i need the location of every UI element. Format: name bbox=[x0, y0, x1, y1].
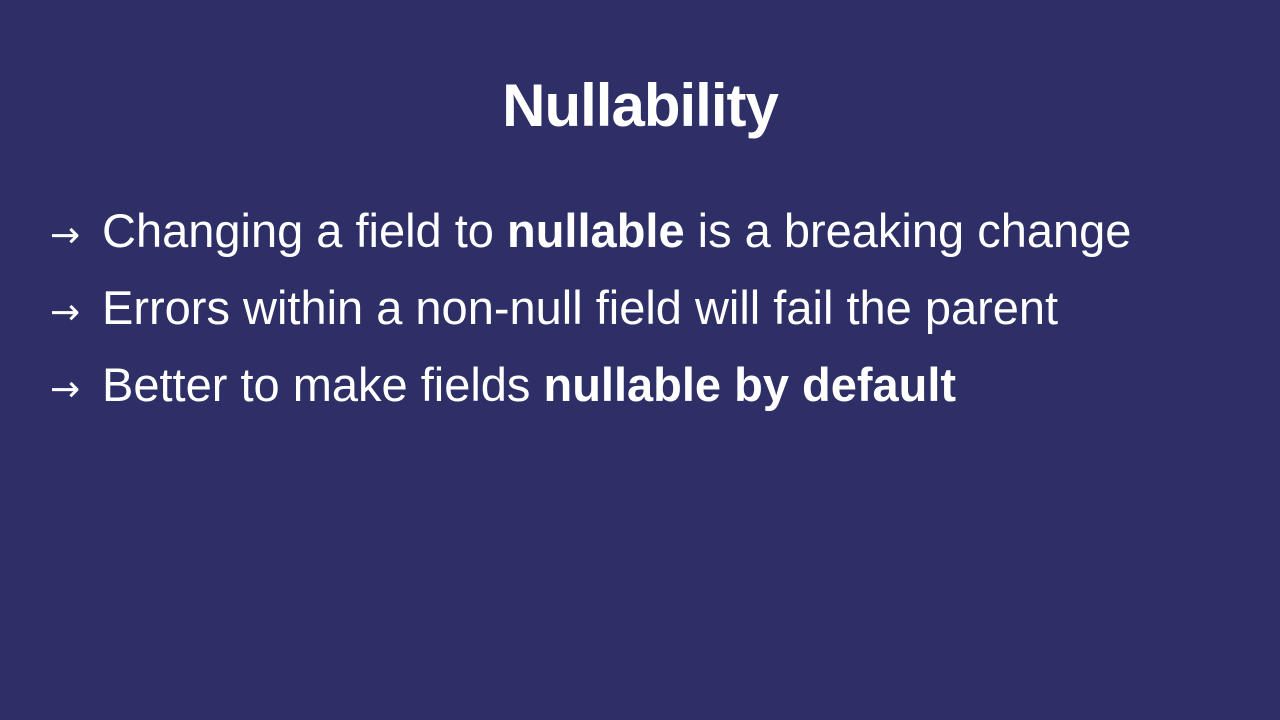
bullet-text-part: Errors within a non-null field will fail… bbox=[102, 281, 1059, 334]
bullet-item: → Better to make fields nullable by defa… bbox=[50, 346, 1250, 423]
slide: Nullability → Changing a field to nullab… bbox=[0, 0, 1280, 720]
arrow-right-icon: → bbox=[50, 292, 81, 333]
bullet-text-part: Better to make fields bbox=[102, 358, 544, 411]
bullet-emphasis: nullable by default bbox=[543, 358, 957, 411]
bullet-item: → Errors within a non-null field will fa… bbox=[50, 269, 1250, 346]
bullet-text-part: is a breaking change bbox=[684, 204, 1132, 257]
bullet-text: Better to make fields nullable by defaul… bbox=[102, 346, 956, 423]
slide-title: Nullability bbox=[502, 72, 779, 139]
bullet-emphasis: nullable bbox=[507, 204, 685, 257]
bullet-list: → Changing a field to nullable is a brea… bbox=[50, 192, 1250, 423]
arrow-right-icon: → bbox=[50, 215, 81, 256]
bullet-item: → Changing a field to nullable is a brea… bbox=[50, 192, 1250, 269]
arrow-right-icon: → bbox=[50, 369, 81, 410]
bullet-text-part: Changing a field to bbox=[102, 204, 508, 257]
bullet-text: Changing a field to nullable is a breaki… bbox=[102, 192, 1131, 269]
bullet-text: Errors within a non-null field will fail… bbox=[102, 269, 1058, 346]
